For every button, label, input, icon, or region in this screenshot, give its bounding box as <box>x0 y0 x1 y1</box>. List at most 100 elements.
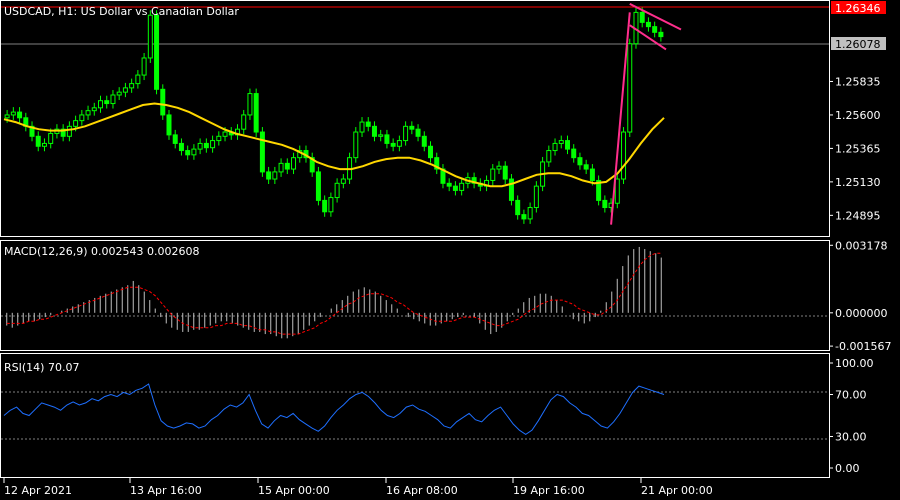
candle-body <box>583 164 589 170</box>
time-tick-label: 12 Apr 2021 <box>4 484 72 497</box>
candle-body <box>315 171 321 201</box>
price-axis: 1.25835 1.25600 1.25365 1.25130 1.24895 <box>829 75 881 222</box>
candle-body <box>284 162 290 170</box>
candle-body <box>564 140 570 150</box>
candle-body <box>353 131 359 159</box>
candle-body <box>658 31 664 38</box>
candle-body <box>222 131 228 137</box>
candle-body <box>334 182 340 199</box>
candle-body <box>577 157 583 166</box>
candle-body <box>527 207 533 220</box>
candle-body <box>403 125 409 142</box>
candle-body <box>558 140 564 144</box>
rsi-tick-label: 30.00 <box>835 431 867 444</box>
candle-body <box>98 100 104 109</box>
candle-body <box>602 199 608 209</box>
candle-body <box>35 135 41 147</box>
candle-body <box>571 148 577 159</box>
candle-body <box>371 125 377 137</box>
trendlines <box>610 2 682 225</box>
macd-label: MACD(12,26,9) 0.002543 0.002608 <box>4 245 200 258</box>
candle-body <box>359 121 365 133</box>
rsi-axis: 100.00 70.00 30.00 0.00 <box>829 357 874 475</box>
price-tick-label: 1.25600 <box>835 109 881 122</box>
candle-body <box>390 142 396 147</box>
candle-body <box>247 93 253 116</box>
time-tick-label: 16 Apr 08:00 <box>386 484 458 497</box>
candle-body <box>166 114 172 136</box>
candle-body <box>415 128 421 137</box>
candle-body <box>172 134 178 144</box>
rsi-tick-label: 0.00 <box>835 462 860 475</box>
macd-tick-label: -0.001567 <box>835 340 891 353</box>
rsi-panel-frame <box>0 353 830 478</box>
candle-body <box>160 88 166 116</box>
rsi-label: RSI(14) 70.07 <box>4 361 79 374</box>
current-price-tag: 1.26078 <box>835 38 881 51</box>
candle-body <box>409 125 415 130</box>
candle-body <box>147 14 153 59</box>
time-tick-label: 21 Apr 00:00 <box>641 484 713 497</box>
candle-body <box>241 114 247 130</box>
candle-body <box>340 178 346 184</box>
candle-body <box>185 150 191 156</box>
candle-body <box>266 171 272 180</box>
candle-body <box>122 87 128 93</box>
candle-body <box>452 185 458 191</box>
candle-body <box>552 142 558 152</box>
candle-body <box>10 111 16 116</box>
candle-body <box>104 100 110 105</box>
candle-body <box>446 182 452 187</box>
time-tick-label: 19 Apr 16:00 <box>513 484 585 497</box>
time-tick-label: 15 Apr 00:00 <box>258 484 330 497</box>
price-tick-label: 1.25365 <box>835 142 881 155</box>
macd-histogram <box>6 246 662 339</box>
candle-body <box>91 107 97 112</box>
candle-body <box>639 11 645 23</box>
candle-body <box>253 93 259 133</box>
candle-body <box>322 199 328 213</box>
time-axis: 12 Apr 2021 13 Apr 16:00 15 Apr 00:00 16 Ap… <box>3 478 713 497</box>
candle-body <box>73 120 79 127</box>
time-tick-label: 13 Apr 16:00 <box>130 484 202 497</box>
candle-body <box>272 171 278 180</box>
candle-body <box>216 135 222 142</box>
candle-body <box>421 135 427 147</box>
candle-body <box>79 114 85 122</box>
candle-body <box>614 178 620 204</box>
candle-body <box>41 142 47 147</box>
candle-body <box>515 199 521 216</box>
candle-body <box>141 57 147 76</box>
candle-body <box>508 178 514 201</box>
candle-body <box>490 168 496 181</box>
macd-signal-line <box>6 252 662 335</box>
candle-body <box>365 121 371 127</box>
candle-body <box>17 111 23 119</box>
candle-body <box>110 94 116 105</box>
panel-frames <box>0 0 830 478</box>
candle-body <box>291 157 297 170</box>
candle-body <box>502 165 508 180</box>
candle-body <box>496 165 502 170</box>
price-panel-frame <box>0 0 830 237</box>
candle-body <box>328 197 334 213</box>
rsi-tick-label: 100.00 <box>835 357 874 370</box>
candle-body <box>621 131 627 180</box>
candle-body <box>210 140 216 149</box>
price-candles <box>4 7 664 224</box>
chart-canvas: USDCAD, H1: US Dollar vs Canadian Dollar… <box>0 0 891 497</box>
macd-tick-label: 0.000000 <box>835 307 888 320</box>
candle-body <box>533 185 539 209</box>
candle-body <box>652 26 658 33</box>
macd-tick-label: 0.003178 <box>835 239 888 252</box>
price-tick-label: 1.25835 <box>835 75 881 88</box>
candle-body <box>428 145 434 159</box>
high-price-tag: 1.26346 <box>835 2 881 15</box>
candle-body <box>259 131 265 173</box>
candle-body <box>178 142 184 152</box>
candle-body <box>197 142 203 150</box>
symbol-title: USDCAD, H1: US Dollar vs Canadian Dollar <box>4 5 239 18</box>
candle-body <box>116 91 122 96</box>
price-tick-label: 1.25130 <box>835 176 881 189</box>
macd-axis: 0.003178 0.000000 -0.001567 <box>829 239 891 353</box>
